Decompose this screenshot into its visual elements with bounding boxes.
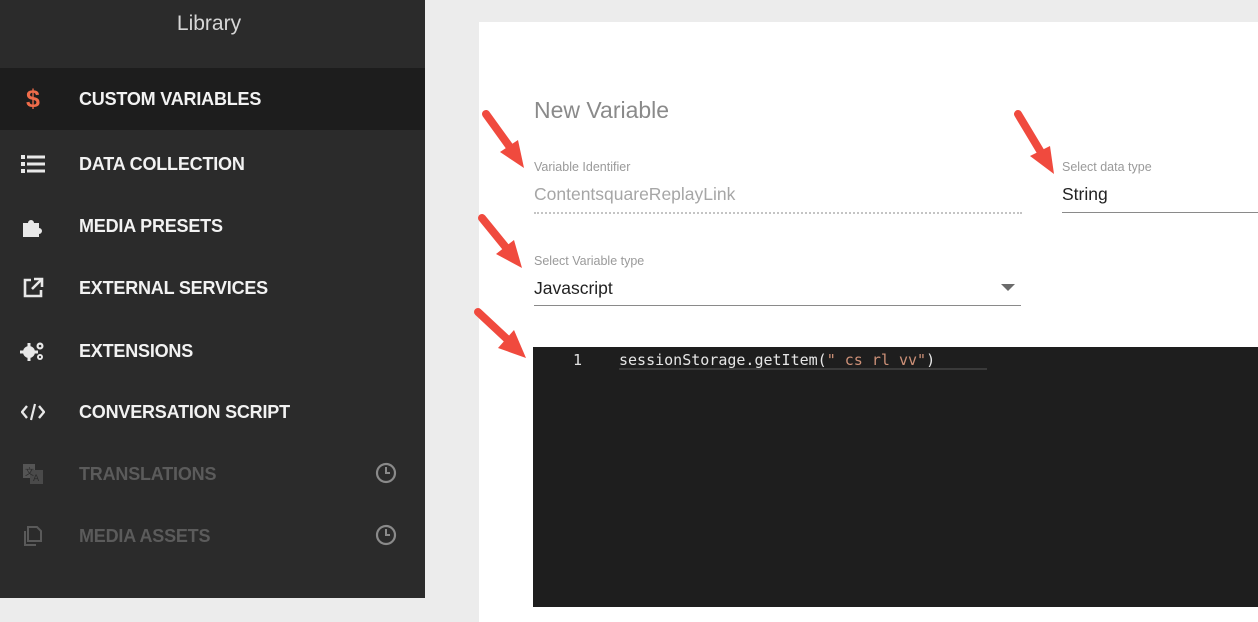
code-line[interactable]: sessionStorage.getItem("_cs_rl_vv") — [619, 351, 935, 369]
sidebar-item-label: EXTERNAL SERVICES — [79, 277, 268, 298]
sidebar-item-label: MEDIA PRESETS — [79, 215, 223, 236]
arrow-annotation — [482, 110, 524, 168]
translate-icon: 文 A — [20, 461, 46, 487]
code-token-call: sessionStorage.getItem( — [619, 351, 827, 369]
sidebar-item-extensions[interactable]: EXTENSIONS — [0, 320, 425, 382]
dollar-icon: $ — [26, 84, 40, 113]
variable-type-underline — [534, 305, 1021, 306]
clock-icon — [375, 462, 397, 484]
sidebar-item-custom-variables[interactable]: $ CUSTOM VARIABLES — [0, 68, 425, 130]
arrow-annotation — [1014, 110, 1054, 174]
code-token-close: ) — [926, 351, 936, 369]
clock-icon — [375, 524, 397, 546]
identifier-underline — [534, 212, 1022, 214]
list-icon — [20, 151, 46, 177]
line-number: 1 — [573, 351, 583, 369]
sidebar-item-external-services[interactable]: EXTERNAL SERVICES — [0, 257, 425, 319]
puzzle-icon — [20, 213, 46, 239]
copy-icon — [20, 523, 46, 549]
sidebar-item-label: CUSTOM VARIABLES — [79, 88, 262, 109]
sidebar-item-label: DATA COLLECTION — [79, 153, 245, 174]
sidebar-item-data-collection[interactable]: DATA COLLECTION — [0, 133, 425, 195]
identifier-label: Variable Identifier — [534, 160, 631, 174]
sidebar: Library $ CUSTOM VARIABLES DATA COLLECTI… — [0, 0, 425, 598]
sidebar-title: Library — [176, 12, 242, 35]
data-type-underline — [1062, 212, 1258, 213]
sidebar-item-label: CONVERSATION SCRIPT — [79, 401, 290, 422]
arrow-annotation — [474, 308, 526, 358]
sidebar-item-translations: 文 A TRANSLATIONS — [0, 443, 425, 505]
sidebar-item-media-presets[interactable]: MEDIA PRESETS — [0, 195, 425, 257]
data-type-select[interactable]: String — [1062, 184, 1108, 205]
sidebar-item-conversation-script[interactable]: CONVERSATION SCRIPT — [0, 381, 425, 443]
code-icon — [20, 399, 46, 425]
arrow-annotation — [478, 214, 522, 268]
variable-type-select[interactable]: Javascript — [534, 278, 613, 299]
sidebar-item-label: EXTENSIONS — [79, 340, 194, 361]
identifier-field: ContentsquareReplayLink — [534, 184, 736, 204]
chevron-down-icon[interactable] — [1001, 284, 1015, 291]
external-link-icon — [20, 275, 46, 301]
current-line-highlight — [619, 368, 987, 370]
code-token-string: "_cs_rl_vv" — [826, 351, 927, 369]
page-title: New Variable — [534, 97, 670, 123]
gears-icon — [20, 338, 46, 364]
svg-text:A: A — [33, 474, 40, 484]
code-editor[interactable] — [533, 347, 1258, 607]
variable-type-label: Select Variable type — [534, 254, 645, 268]
data-type-label: Select data type — [1062, 160, 1152, 174]
sidebar-item-label: TRANSLATIONS — [79, 463, 217, 484]
sidebar-item-label: MEDIA ASSETS — [79, 525, 211, 546]
sidebar-item-media-assets: MEDIA ASSETS — [0, 505, 425, 567]
